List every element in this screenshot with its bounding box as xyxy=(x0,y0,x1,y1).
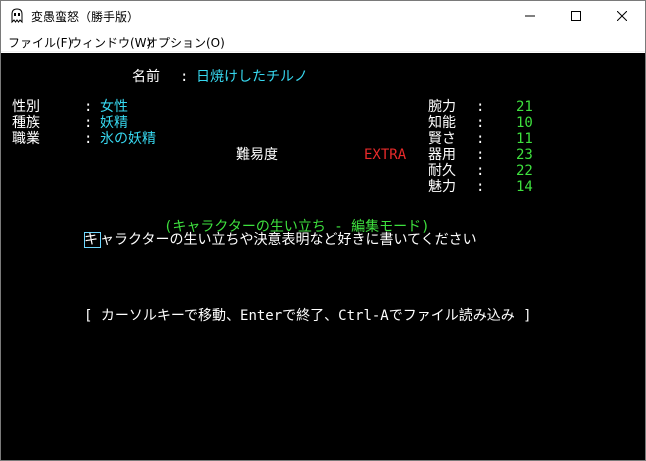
stat-separator: : xyxy=(476,163,485,179)
stat-label: 器用 xyxy=(428,147,456,163)
class-label: 職業 xyxy=(12,131,40,147)
sex-separator: : xyxy=(84,99,93,115)
close-icon xyxy=(617,11,627,21)
maximize-button[interactable] xyxy=(553,1,599,31)
minimize-icon xyxy=(525,15,535,17)
name-label: 名前 xyxy=(132,69,160,85)
sex-value: 女性 xyxy=(100,99,128,115)
stat-label: 腕力 xyxy=(428,99,456,115)
difficulty-label: 難易度 xyxy=(236,147,278,163)
cursor-character: キ xyxy=(84,232,98,248)
race-label: 種族 xyxy=(12,115,40,131)
app-window: 変愚蛮怒（勝手版） ファイル(F) ウィンドウ(W) オプション(O) 名前 :… xyxy=(0,0,646,461)
stat-label: 知能 xyxy=(428,115,456,131)
class-separator: : xyxy=(84,131,93,147)
close-button[interactable] xyxy=(599,1,645,31)
menu-file[interactable]: ファイル(F) xyxy=(8,34,72,51)
stat-value: 11 xyxy=(516,131,533,147)
stat-value: 23 xyxy=(516,147,533,163)
stat-value: 21 xyxy=(516,99,533,115)
stat-separator: : xyxy=(476,131,485,147)
window-title: 変愚蛮怒（勝手版） xyxy=(31,10,140,24)
class-value: 氷の妖精 xyxy=(100,131,156,147)
menu-bar: ファイル(F) ウィンドウ(W) オプション(O) xyxy=(1,31,645,52)
stat-value: 10 xyxy=(516,115,533,131)
race-separator: : xyxy=(84,115,93,131)
menu-options[interactable]: オプション(O) xyxy=(146,34,225,51)
history-text[interactable]: ャラクターの生い立ちや決意表明など好きに書いてください xyxy=(100,232,477,248)
stat-value: 22 xyxy=(516,163,533,179)
stat-label: 耐久 xyxy=(428,163,456,179)
stat-separator: : xyxy=(476,115,485,131)
help-line: [ カーソルキーで移動、Enterで終了、Ctrl-Aでファイル読み込み ] xyxy=(84,308,532,324)
race-value: 妖精 xyxy=(100,115,128,131)
sex-label: 性別 xyxy=(12,99,40,115)
difficulty-value: EXTRA xyxy=(364,147,407,163)
stat-label: 賢さ xyxy=(428,131,456,147)
title-bar[interactable]: 変愚蛮怒（勝手版） xyxy=(1,1,645,31)
minimize-button[interactable] xyxy=(507,1,553,31)
character-name: 日焼けしたチルノ xyxy=(196,69,308,85)
stat-separator: : xyxy=(476,99,485,115)
ghost-app-icon[interactable] xyxy=(9,8,25,24)
stat-value: 14 xyxy=(516,179,533,195)
menu-window[interactable]: ウィンドウ(W) xyxy=(70,34,151,51)
stat-label: 魅力 xyxy=(428,179,456,195)
name-separator: : xyxy=(180,69,189,85)
stat-separator: : xyxy=(476,147,485,163)
game-terminal[interactable]: 名前 : 日焼けしたチルノ 性別 : 女性 種族 : 妖精 職業 : 氷の妖精 … xyxy=(1,53,645,460)
maximize-icon xyxy=(571,11,581,21)
stat-separator: : xyxy=(476,179,485,195)
